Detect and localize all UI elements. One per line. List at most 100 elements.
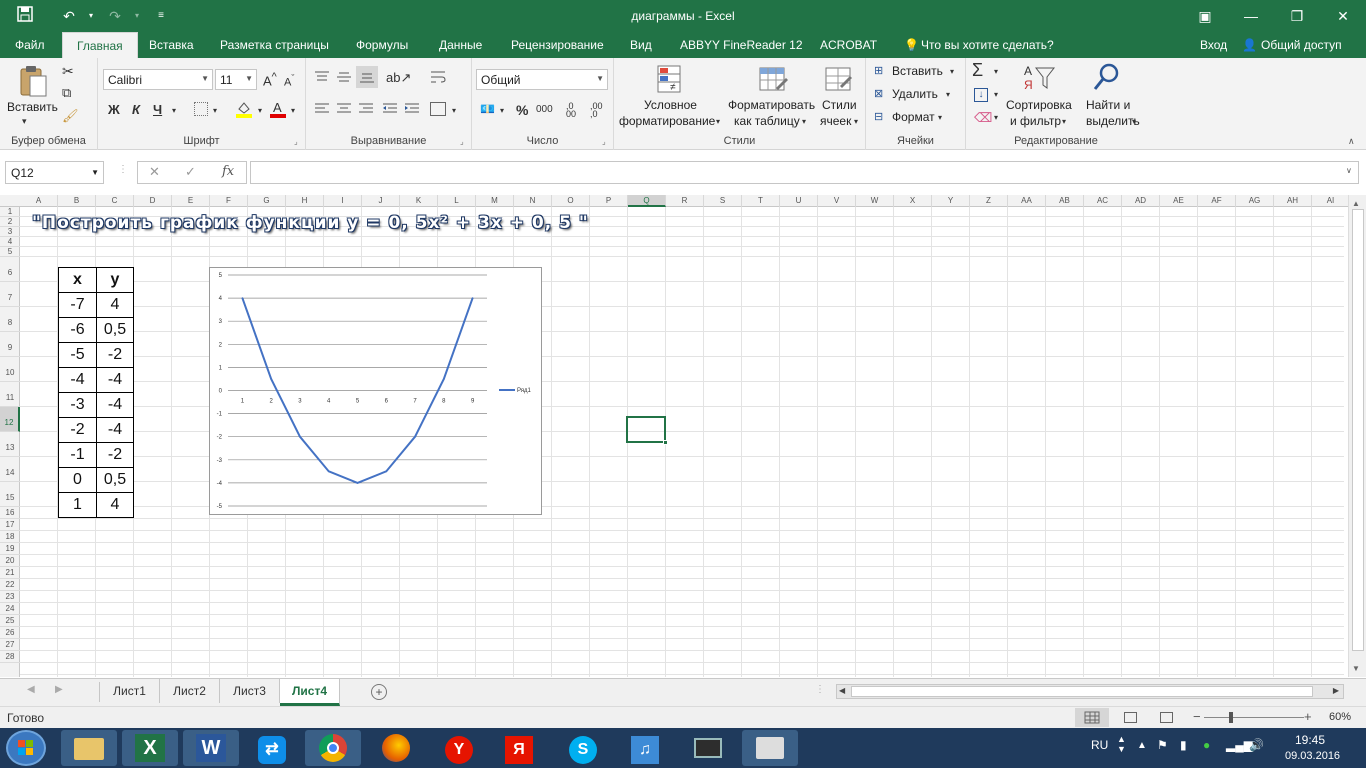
conditional-formatting-dropdown-icon[interactable]: ▾ <box>716 117 720 126</box>
align-top-icon[interactable] <box>314 70 330 87</box>
table-cell[interactable]: -1 <box>58 442 97 468</box>
chart[interactable]: 5 4 3 2 1 0 -1 -2 -3 -4 -5 1 2 3 4 5 6 7 8 9 Ряд1 <box>209 267 542 515</box>
row-header[interactable]: 25 <box>0 615 20 627</box>
chrome-icon[interactable] <box>305 730 361 766</box>
tell-me-search[interactable]: Что вы хотите сделать? <box>921 38 1054 52</box>
row-header[interactable]: 16 <box>0 507 20 519</box>
tray-expand-icon[interactable]: ▲ <box>1137 740 1147 751</box>
tab-scroll-left-icon[interactable]: ◀ <box>27 684 35 695</box>
add-sheet-icon[interactable]: + <box>371 684 387 700</box>
explorer-icon[interactable] <box>61 730 117 766</box>
underline-dropdown-icon[interactable]: ▾ <box>172 106 176 115</box>
column-header[interactable]: AE <box>1160 195 1198 207</box>
zoom-level[interactable]: 60% <box>1329 711 1351 723</box>
row-header[interactable]: 27 <box>0 639 20 651</box>
yandex-icon[interactable]: Я <box>491 730 547 766</box>
clear-icon[interactable]: ⌫ <box>974 110 992 126</box>
format-cells-dropdown-icon[interactable]: ▾ <box>938 113 942 122</box>
insert-cells-dropdown-icon[interactable]: ▾ <box>950 67 954 76</box>
column-header[interactable]: V <box>818 195 856 207</box>
increase-decimal-icon[interactable]: ,0 00 <box>566 102 576 119</box>
table-cell[interactable]: 0,5 <box>96 317 134 343</box>
sort-filter-icon[interactable]: АЯ <box>1022 62 1056 95</box>
row-header[interactable]: 1 <box>0 207 20 217</box>
delete-cells-icon[interactable]: ⊠ <box>874 87 883 100</box>
table-cell[interactable]: -3 <box>58 392 97 418</box>
tab-abbyy[interactable]: ABBYY FineReader 12 <box>680 38 803 52</box>
align-center-icon[interactable] <box>336 102 352 119</box>
column-header[interactable]: D <box>134 195 172 207</box>
scroll-down-icon[interactable]: ▼ <box>1352 664 1360 673</box>
formula-input[interactable] <box>250 161 1359 184</box>
expand-formula-icon[interactable]: ∨ <box>1346 166 1352 175</box>
column-header[interactable]: H <box>286 195 324 207</box>
fill-color-dropdown-icon[interactable]: ▾ <box>258 106 262 115</box>
column-header[interactable]: AG <box>1236 195 1274 207</box>
scroll-left-icon[interactable]: ◀ <box>839 686 845 695</box>
find-select-dropdown-icon[interactable]: ▾ <box>1132 117 1136 126</box>
scroll-up-icon[interactable]: ▲ <box>1352 199 1360 208</box>
autosum-dropdown-icon[interactable]: ▾ <box>994 67 998 76</box>
table-cell[interactable]: -2 <box>96 442 134 468</box>
underline-button[interactable]: Ч <box>153 102 162 117</box>
column-header[interactable]: X <box>894 195 932 207</box>
row-header[interactable]: 26 <box>0 627 20 639</box>
column-header[interactable]: AA <box>1008 195 1046 207</box>
find-select-label-1[interactable]: Найти и <box>1086 98 1130 112</box>
worksheet-grid[interactable]: "Построить график функции y = 0, 5x² + 3… <box>20 207 1344 677</box>
volume-icon[interactable]: 🔊 <box>1249 738 1264 752</box>
skype-tray-icon[interactable]: ● <box>1203 738 1210 752</box>
decrease-font-icon[interactable]: Aˇ <box>284 73 294 89</box>
horizontal-scroll-thumb[interactable] <box>851 686 1313 697</box>
table-header-y[interactable]: y <box>96 267 134 293</box>
merge-dropdown-icon[interactable]: ▾ <box>452 106 456 115</box>
column-header[interactable]: Z <box>970 195 1008 207</box>
conditional-formatting-label-1[interactable]: Условное <box>644 98 697 112</box>
row-header[interactable]: 6 <box>0 257 20 282</box>
column-header[interactable]: L <box>438 195 476 207</box>
battery-icon[interactable]: ▮ <box>1180 738 1187 752</box>
clock-time[interactable]: 19:45 <box>1295 733 1325 747</box>
row-header[interactable]: 24 <box>0 603 20 615</box>
format-as-table-label-1[interactable]: Форматировать <box>728 98 815 112</box>
page-layout-view-icon[interactable] <box>1124 712 1137 723</box>
comma-style-button[interactable]: 000 <box>536 104 553 115</box>
column-header[interactable]: U <box>780 195 818 207</box>
row-header[interactable]: 21 <box>0 567 20 579</box>
borders-dropdown-icon[interactable]: ▾ <box>213 106 217 115</box>
row-header[interactable]: 15 <box>0 482 20 507</box>
table-cell[interactable]: 4 <box>96 292 134 318</box>
paste-dropdown-icon[interactable]: ▾ <box>22 116 27 127</box>
align-bottom-icon[interactable] <box>356 66 378 88</box>
wrap-text-icon[interactable] <box>430 70 446 87</box>
tab-scroll-right-icon[interactable]: ▶ <box>55 684 63 695</box>
ribbon-display-icon[interactable]: ▣ <box>1182 0 1228 32</box>
name-box[interactable]: Q12 ▼ <box>5 161 104 184</box>
tray-arrows-icon[interactable]: ▲ ▼ <box>1117 734 1126 754</box>
fill-color-icon[interactable] <box>236 100 252 118</box>
zoom-slider[interactable] <box>1204 717 1304 718</box>
font-color-icon[interactable]: A <box>270 100 286 118</box>
sort-filter-dropdown-icon[interactable]: ▾ <box>1062 117 1066 126</box>
merge-center-icon[interactable] <box>430 102 446 116</box>
table-cell[interactable]: 1 <box>58 492 97 518</box>
collapse-ribbon-icon[interactable]: ∧ <box>1348 136 1355 147</box>
column-header[interactable]: AH <box>1274 195 1312 207</box>
find-select-icon[interactable] <box>1092 62 1122 95</box>
column-header[interactable]: AI <box>1312 195 1350 207</box>
insert-cells-icon[interactable]: ⊞ <box>874 64 883 77</box>
column-header[interactable]: AB <box>1046 195 1084 207</box>
cell-styles-dropdown-icon[interactable]: ▾ <box>854 117 858 126</box>
column-header-selected[interactable]: Q <box>628 195 666 207</box>
action-center-flag-icon[interactable]: ⚑ <box>1157 738 1168 752</box>
row-header[interactable]: 8 <box>0 307 20 332</box>
table-cell[interactable]: -4 <box>96 392 134 418</box>
excel-icon[interactable]: X <box>122 730 178 766</box>
active-cell[interactable] <box>626 416 668 445</box>
teamviewer-icon[interactable]: ⇄ <box>244 730 300 766</box>
font-color-dropdown-icon[interactable]: ▾ <box>291 106 295 115</box>
tab-file[interactable]: Файл <box>15 38 45 52</box>
table-cell[interactable]: -2 <box>96 342 134 368</box>
column-header[interactable]: M <box>476 195 514 207</box>
font-size-select[interactable]: 11 ▼ <box>215 69 257 90</box>
